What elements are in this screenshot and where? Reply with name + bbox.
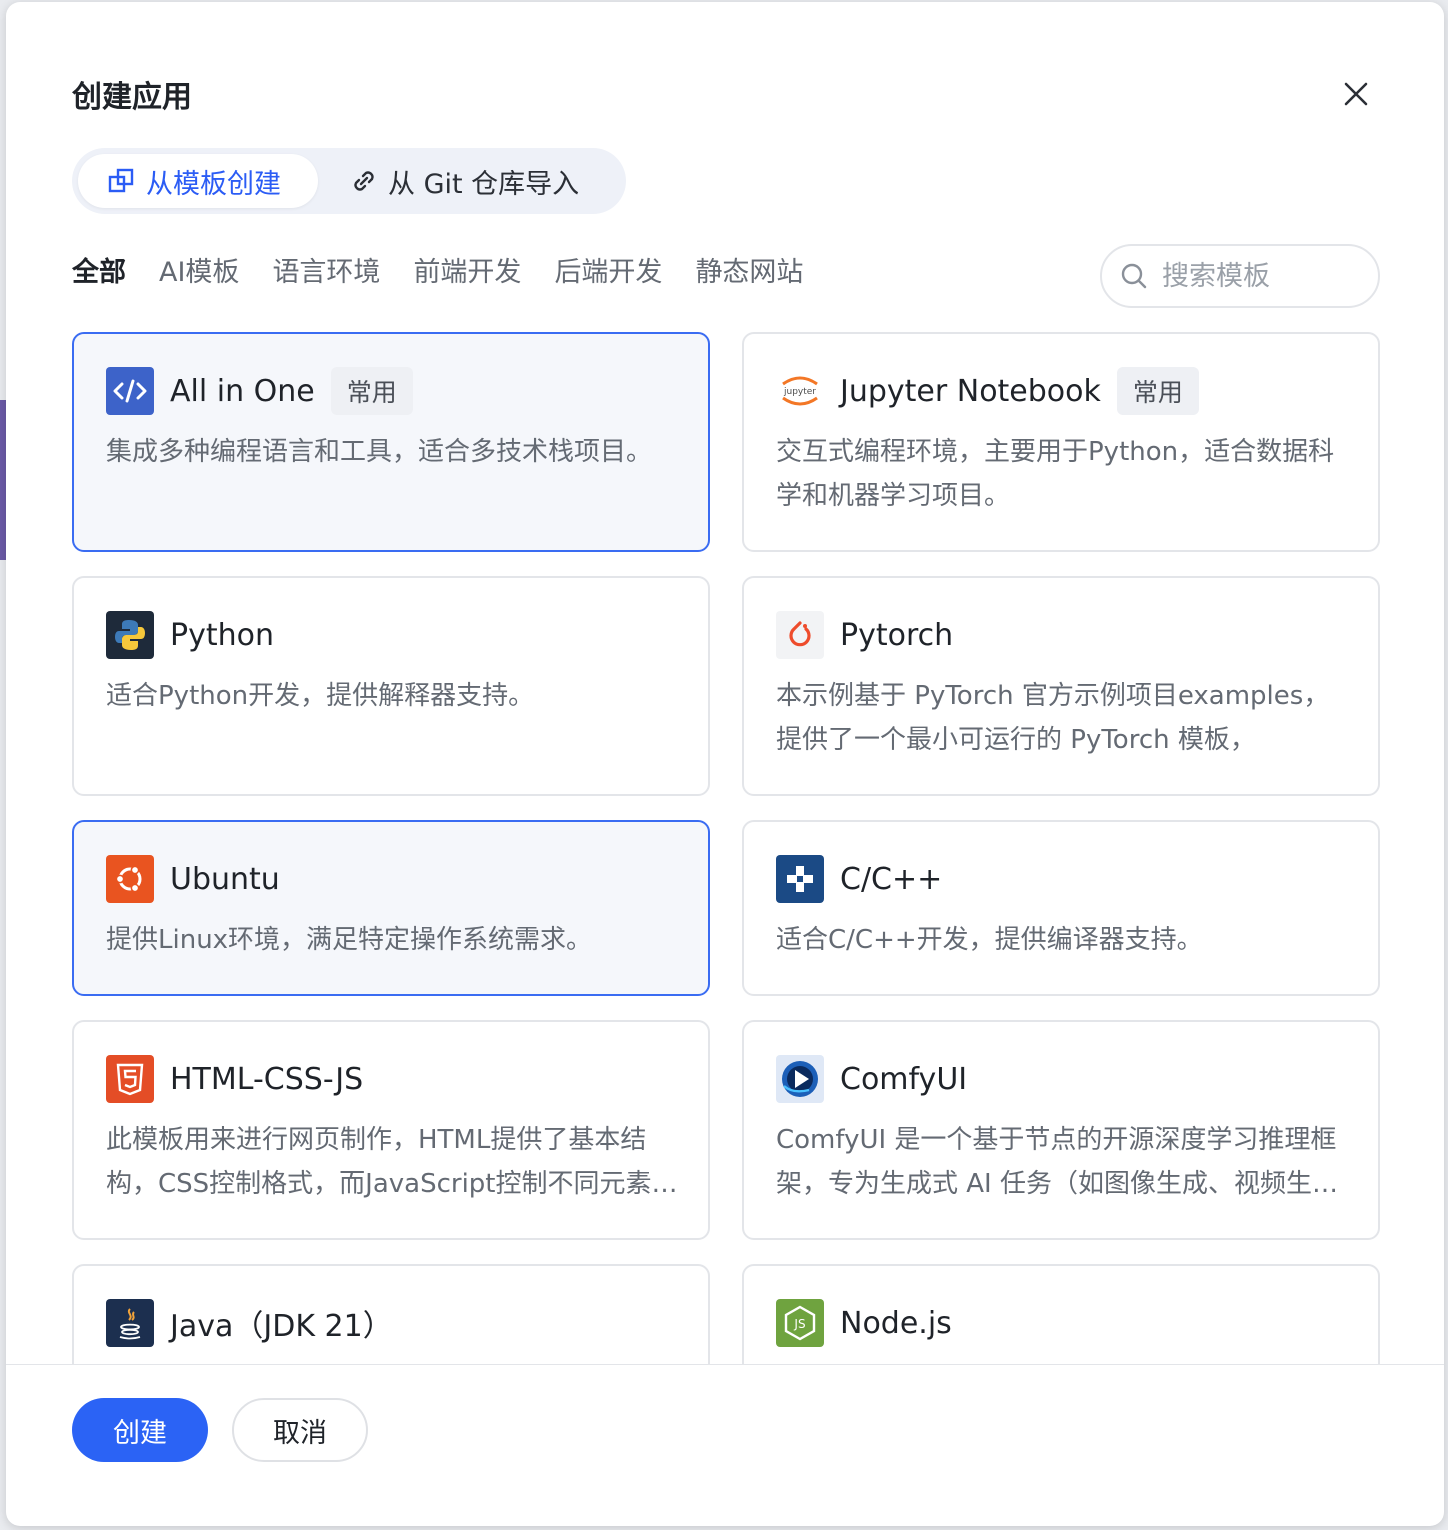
- template-card-comfyui[interactable]: ComfyUI ComfyUI 是一个基于节点的开源深度学习推理框架，专为生成式…: [742, 1020, 1380, 1240]
- svg-text:JS: JS: [793, 1317, 805, 1331]
- search-box: [1100, 244, 1380, 308]
- template-card-cpp[interactable]: C/C++ 适合C/C++开发，提供编译器支持。: [742, 820, 1380, 996]
- template-icon: [108, 168, 134, 193]
- create-button[interactable]: 创建: [72, 1398, 208, 1462]
- pytorch-icon: [776, 611, 824, 659]
- category-tab-ai[interactable]: AI模板: [159, 250, 239, 289]
- python-icon: [106, 611, 154, 659]
- close-button[interactable]: [1336, 74, 1376, 114]
- template-desc: 适合Python开发，提供解释器支持。: [106, 681, 535, 711]
- template-name: Java（JDK 21）: [170, 1309, 393, 1344]
- search-icon: [1121, 263, 1147, 289]
- nodejs-icon: JS: [776, 1299, 824, 1347]
- footer-divider: [6, 1364, 1444, 1365]
- template-desc: 提供Linux环境，满足特定操作系统需求。: [106, 925, 593, 955]
- close-icon: [1344, 82, 1368, 106]
- template-desc: 此模板用来进行网页制作，HTML提供了基本结构，CSS控制格式，而JavaScr…: [106, 1125, 678, 1199]
- template-desc: ComfyUI 是一个基于节点的开源深度学习推理框架，专为生成式 AI 任务（如…: [776, 1125, 1338, 1199]
- template-name: ComfyUI: [840, 1061, 968, 1097]
- mode-switch: 从模板创建 从 Git 仓库导入: [72, 148, 626, 214]
- template-desc: 适合C/C++开发，提供编译器支持。: [776, 925, 1203, 955]
- category-tab-language[interactable]: 语言环境: [272, 250, 380, 289]
- category-tab-all[interactable]: 全部: [72, 250, 126, 289]
- template-name: Pytorch: [840, 617, 954, 653]
- create-app-dialog: 创建应用 从模板创建 从 Git 仓库导入 全部 AI模板 语言环境 前端开发: [6, 2, 1444, 1526]
- template-card-all-in-one[interactable]: All in One 常用 集成多种编程语言和工具，适合多技术栈项目。: [72, 332, 710, 552]
- comfyui-icon: [776, 1055, 824, 1103]
- tab-from-template[interactable]: 从模板创建: [78, 154, 318, 208]
- template-desc: 交互式编程环境，主要用于Python，适合数据科学和机器学习项目。: [776, 437, 1335, 511]
- template-card-python[interactable]: Python 适合Python开发，提供解释器支持。: [72, 576, 710, 796]
- template-card-pytorch[interactable]: Pytorch 本示例基于 PyTorch 官方示例项目examples，提供了…: [742, 576, 1380, 796]
- tab-from-template-label: 从模板创建: [146, 168, 281, 200]
- template-desc: 本示例基于 PyTorch 官方示例项目examples，提供了一个最小可运行的…: [776, 681, 1330, 755]
- template-card-jupyter[interactable]: jupyter Jupyter Notebook 常用 交互式编程环境，主要用于…: [742, 332, 1380, 552]
- category-tab-static[interactable]: 静态网站: [695, 250, 803, 289]
- template-card-nodejs[interactable]: JS Node.js: [742, 1264, 1380, 1364]
- tab-from-git-label: 从 Git 仓库导入: [388, 168, 580, 200]
- template-card-ubuntu[interactable]: Ubuntu 提供Linux环境，满足特定操作系统需求。: [72, 820, 710, 996]
- template-card-java[interactable]: Java（JDK 21）: [72, 1264, 710, 1364]
- svg-text:jupyter: jupyter: [783, 387, 816, 397]
- common-badge: 常用: [1116, 367, 1199, 415]
- jupyter-icon: jupyter: [776, 367, 824, 415]
- template-card-html-css-js[interactable]: HTML-CSS-JS 此模板用来进行网页制作，HTML提供了基本结构，CSS控…: [72, 1020, 710, 1240]
- category-tab-backend[interactable]: 后端开发: [554, 250, 662, 289]
- template-name: HTML-CSS-JS: [170, 1061, 364, 1097]
- template-name: Python: [170, 617, 274, 653]
- html5-icon: [106, 1055, 154, 1103]
- search-input[interactable]: [1162, 260, 1342, 292]
- template-grid: All in One 常用 集成多种编程语言和工具，适合多技术栈项目。 jupy…: [6, 332, 1444, 1364]
- template-name: C/C++: [840, 861, 943, 897]
- cpp-icon: [776, 855, 824, 903]
- code-icon: [106, 367, 154, 415]
- category-tabs: 全部 AI模板 语言环境 前端开发 后端开发 静态网站: [72, 250, 803, 289]
- template-name: Node.js: [840, 1305, 952, 1341]
- common-badge: 常用: [330, 367, 413, 415]
- template-name: Jupyter Notebook: [840, 373, 1101, 409]
- template-desc: 集成多种编程语言和工具，适合多技术栈项目。: [106, 437, 653, 467]
- dialog-title: 创建应用: [72, 80, 192, 115]
- category-tab-frontend[interactable]: 前端开发: [413, 250, 521, 289]
- cancel-button[interactable]: 取消: [232, 1398, 368, 1462]
- link-icon: [354, 171, 374, 191]
- ubuntu-icon: [106, 855, 154, 903]
- template-name: All in One: [170, 373, 315, 409]
- template-name: Ubuntu: [170, 861, 280, 897]
- java-icon: [106, 1299, 154, 1347]
- tab-from-git[interactable]: 从 Git 仓库导入: [348, 154, 608, 208]
